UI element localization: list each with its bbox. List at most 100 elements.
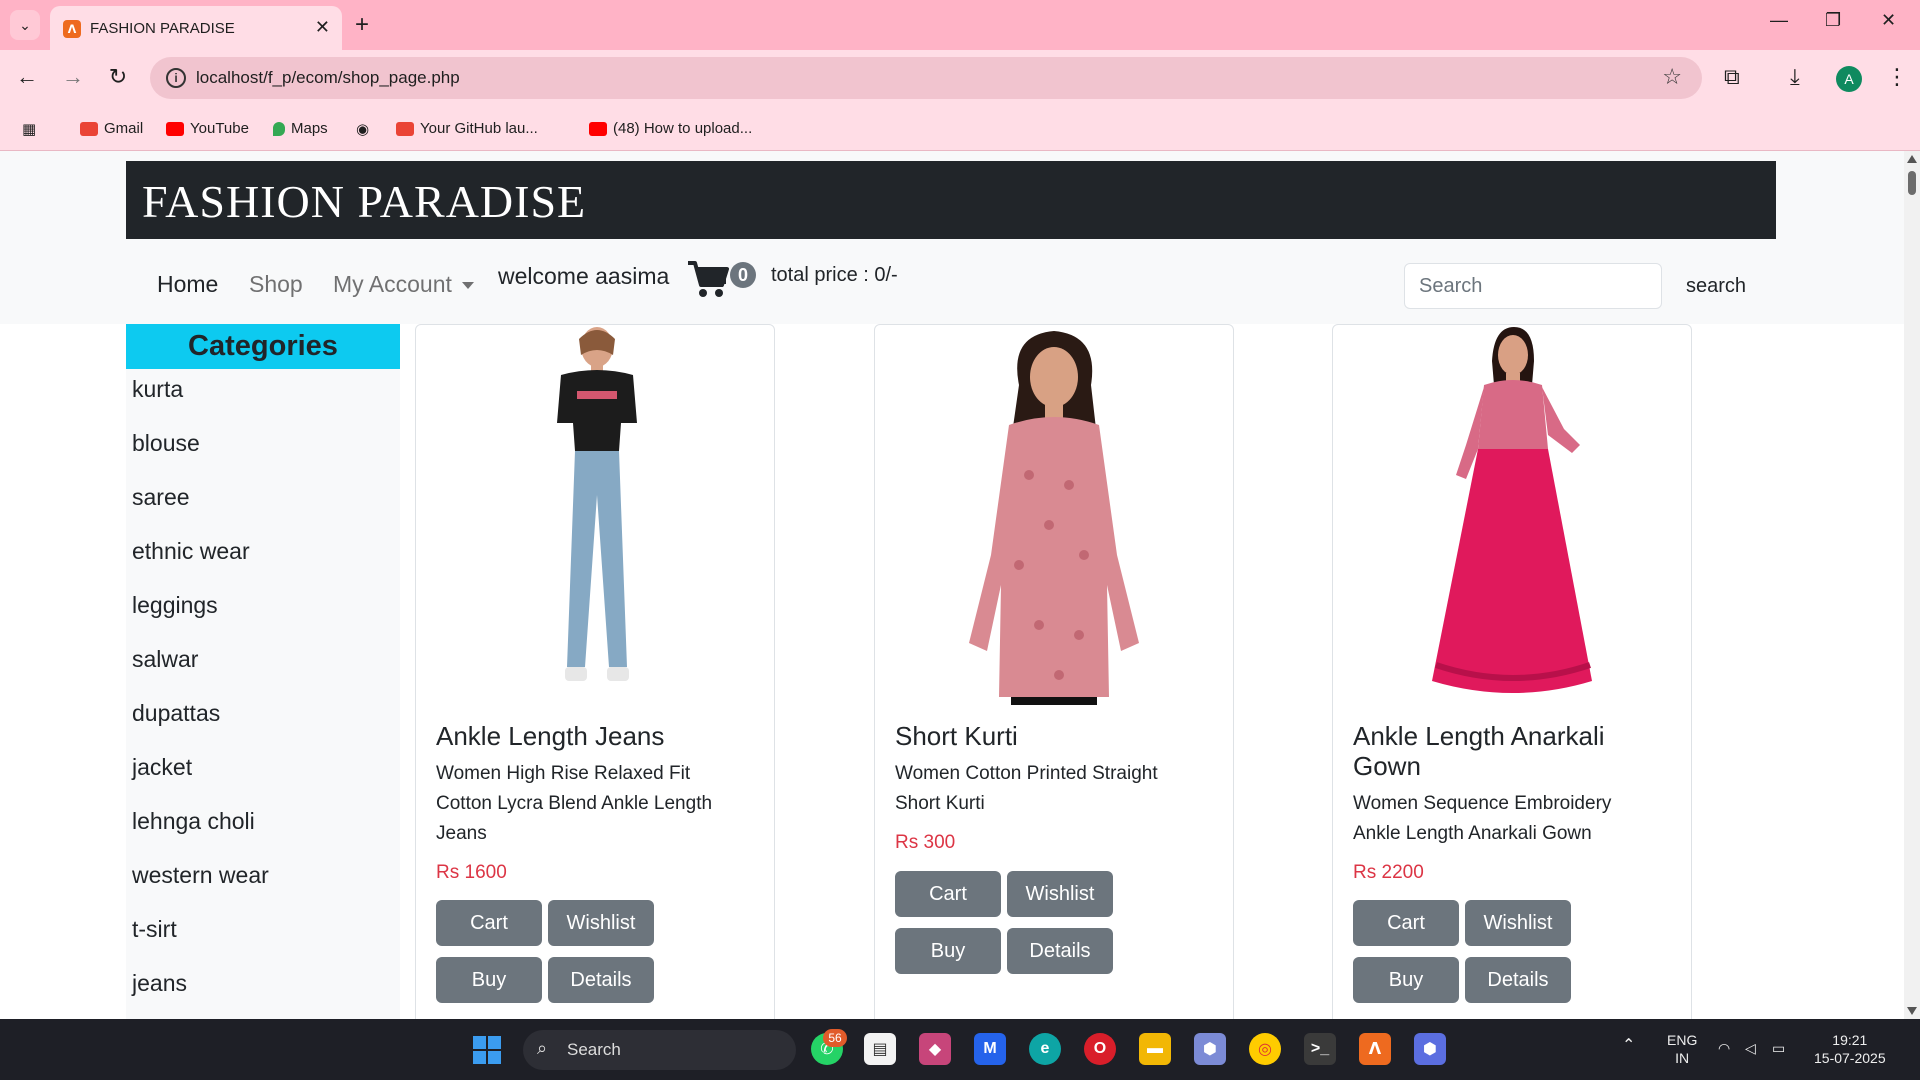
category-item[interactable]: leggings: [126, 590, 400, 644]
hexagon-app-icon[interactable]: ⬢: [1414, 1033, 1446, 1065]
volume-icon[interactable]: ◁: [1745, 1039, 1756, 1057]
cart-icon[interactable]: [686, 259, 730, 299]
bookmark-youtube-upload[interactable]: (48) How to upload...: [589, 120, 752, 137]
tab-close-icon[interactable]: ✕: [315, 17, 330, 38]
wishlist-button[interactable]: Wishlist: [548, 900, 654, 946]
scroll-up-icon[interactable]: [1907, 155, 1917, 163]
scroll-thumb[interactable]: [1908, 171, 1916, 195]
category-item[interactable]: salwar: [126, 644, 400, 698]
bookmarks-bar: ▦ Gmail YouTube Maps ◉ Your GitHub lau..…: [0, 109, 1920, 151]
wishlist-button[interactable]: Wishlist: [1007, 871, 1113, 917]
categories-heading: Categories: [126, 324, 400, 369]
bookmark-youtube[interactable]: YouTube: [166, 120, 249, 137]
file-explorer-icon[interactable]: ▬: [1139, 1033, 1171, 1065]
store-icon[interactable]: ▤: [864, 1033, 896, 1065]
globe-icon[interactable]: ◉: [356, 120, 369, 138]
product-description: Women Sequence Embroidery Ankle Length A…: [1353, 793, 1612, 844]
product-card: Short Kurti Women Cotton Printed Straigh…: [874, 324, 1234, 1019]
tray-chevron-icon[interactable]: ⌃: [1622, 1037, 1635, 1055]
bookmark-star-icon[interactable]: ☆: [1662, 64, 1682, 90]
apps-grid-icon[interactable]: ▦: [22, 120, 36, 138]
buy-button[interactable]: Buy: [895, 928, 1001, 974]
search-button[interactable]: search: [1664, 263, 1768, 309]
wifi-icon[interactable]: ◠: [1718, 1039, 1730, 1057]
category-item[interactable]: dupattas: [126, 698, 400, 752]
extensions-icon[interactable]: ⧉: [1724, 64, 1740, 90]
address-bar[interactable]: i localhost/f_p/ecom/shop_page.php ☆: [150, 57, 1702, 99]
details-button[interactable]: Details: [1007, 928, 1113, 974]
download-icon[interactable]: ⤓: [1790, 64, 1800, 90]
category-item[interactable]: jacket: [126, 752, 400, 806]
bookmark-maps[interactable]: Maps: [273, 120, 328, 137]
terminal-icon[interactable]: >_: [1304, 1033, 1336, 1065]
nav-my-account[interactable]: My Account: [333, 271, 474, 298]
bookmark-label: Your GitHub lau...: [420, 120, 538, 137]
maps-pin-icon: [273, 121, 285, 136]
buy-button[interactable]: Buy: [1353, 957, 1459, 1003]
profile-avatar[interactable]: A: [1836, 66, 1862, 92]
category-item[interactable]: saree: [126, 482, 400, 536]
buy-button[interactable]: Buy: [436, 957, 542, 1003]
notification-badge: 56: [823, 1029, 847, 1047]
battery-icon[interactable]: ▭: [1772, 1039, 1785, 1057]
product-image[interactable]: [1333, 325, 1691, 705]
cart-button[interactable]: Cart: [895, 871, 1001, 917]
xampp-favicon-icon: ᐱ: [63, 20, 81, 38]
start-windows-icon[interactable]: [473, 1036, 501, 1064]
window-close-icon[interactable]: ✕: [1881, 10, 1896, 31]
category-item[interactable]: ethnic wear: [126, 536, 400, 590]
product-price: Rs 1600: [436, 862, 507, 883]
search-input[interactable]: [1404, 263, 1662, 309]
page-content: FASHION PARADISE Home Shop My Account we…: [0, 151, 1904, 1019]
language-indicator[interactable]: ENG IN: [1667, 1031, 1697, 1067]
tab-search-button[interactable]: ⌄: [10, 10, 40, 40]
product-price: Rs 300: [895, 832, 956, 853]
product-name: Ankle Length Anarkali Gown: [1353, 721, 1605, 781]
more-menu-icon[interactable]: ⋮: [1886, 64, 1908, 90]
xampp-icon[interactable]: ᐱ: [1359, 1033, 1391, 1065]
model-gown-image: [1432, 327, 1592, 693]
clock[interactable]: 19:21 15-07-2025: [1814, 1031, 1886, 1067]
chrome-icon[interactable]: ◎: [1249, 1033, 1281, 1065]
hexagon-app-icon[interactable]: ⬢: [1194, 1033, 1226, 1065]
bookmark-github[interactable]: Your GitHub lau...: [396, 120, 538, 137]
category-item[interactable]: t-sirt: [126, 914, 400, 968]
details-button[interactable]: Details: [548, 957, 654, 1003]
nav-home[interactable]: Home: [157, 271, 218, 298]
cart-button[interactable]: Cart: [1353, 900, 1459, 946]
nav-shop[interactable]: Shop: [249, 271, 303, 298]
details-button[interactable]: Details: [1465, 957, 1571, 1003]
category-item[interactable]: western wear: [126, 860, 400, 914]
forward-icon[interactable]: →: [58, 64, 88, 90]
category-item[interactable]: jeans: [126, 968, 400, 1019]
copilot-icon[interactable]: ◆: [919, 1033, 951, 1065]
active-tab[interactable]: ᐱ FASHION PARADISE ✕: [50, 6, 342, 50]
page-scrollbar[interactable]: [1904, 151, 1920, 1019]
bookmark-gmail[interactable]: Gmail: [80, 120, 143, 137]
category-item[interactable]: blouse: [126, 428, 400, 482]
wishlist-button[interactable]: Wishlist: [1465, 900, 1571, 946]
restore-icon[interactable]: ❐: [1825, 10, 1841, 31]
back-icon[interactable]: ←: [12, 64, 42, 90]
welcome-text: welcome aasima: [498, 263, 670, 289]
chevron-down-icon: ⌄: [19, 16, 31, 33]
site-info-icon[interactable]: i: [166, 68, 186, 88]
brand-title: FASHION PARADISE: [142, 176, 587, 227]
taskbar-search[interactable]: ⌕ Search: [523, 1030, 796, 1070]
scroll-down-icon[interactable]: [1907, 1007, 1917, 1015]
product-image[interactable]: [416, 325, 774, 705]
reload-icon[interactable]: ↻: [103, 64, 133, 90]
cart-button[interactable]: Cart: [436, 900, 542, 946]
product-image[interactable]: [875, 325, 1233, 705]
url-text[interactable]: localhost/f_p/ecom/shop_page.php: [196, 68, 460, 88]
bookmark-label: (48) How to upload...: [613, 120, 753, 137]
category-item[interactable]: lehnga choli: [126, 806, 400, 860]
taskbar: ⌕ Search ✆ 56 ▤ ◆ M e O ▬ ⬢ ◎ >_ ᐱ ⬢ ⌃ E…: [0, 1019, 1920, 1080]
opera-icon[interactable]: O: [1084, 1033, 1116, 1065]
minimize-icon[interactable]: —: [1770, 10, 1788, 31]
category-item[interactable]: kurta: [126, 374, 400, 428]
product-name: Short Kurti: [895, 721, 1018, 751]
app-icon[interactable]: M: [974, 1033, 1006, 1065]
new-tab-icon[interactable]: +: [355, 10, 369, 40]
edge-icon[interactable]: e: [1029, 1033, 1061, 1065]
